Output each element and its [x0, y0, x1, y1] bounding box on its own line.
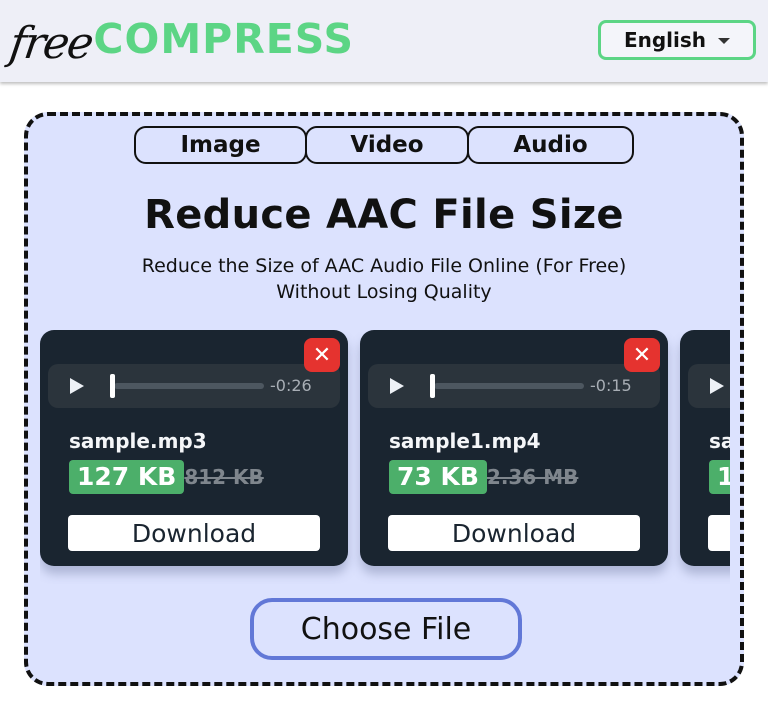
page-title: Reduce AAC File Size: [144, 192, 624, 238]
download-button[interactable]: Download: [68, 515, 320, 551]
download-button[interactable]: [708, 515, 730, 551]
language-select[interactable]: English: [598, 20, 756, 60]
audio-player: -0:26: [48, 364, 340, 408]
play-icon[interactable]: [710, 378, 724, 394]
subtitle-line-1: Reduce the Size of AAC Audio File Online…: [141, 255, 627, 277]
upload-panel: Image Video Audio Reduce AAC File Size R…: [24, 112, 744, 686]
compressed-size-badge: 73 KB: [389, 460, 487, 494]
play-icon[interactable]: [70, 378, 84, 394]
file-sizes: 73 KB 2.36 MB: [389, 460, 578, 494]
tab-video[interactable]: Video: [305, 126, 469, 164]
file-name: sample.mp3: [69, 429, 207, 453]
file-card: sa 1: [680, 330, 730, 566]
file-cards-carousel[interactable]: -0:26 ✕ sample.mp3 127 KB 812 KB Downloa…: [40, 330, 730, 584]
media-type-tabs: Image Video Audio: [134, 126, 634, 164]
audio-player: -0:15: [368, 364, 660, 408]
remaining-time: -0:26: [270, 376, 312, 395]
choose-file-button[interactable]: Choose File: [250, 598, 522, 660]
tab-image[interactable]: Image: [134, 126, 307, 164]
close-icon: ✕: [632, 342, 652, 368]
remaining-time: -0:15: [590, 376, 632, 395]
seek-handle[interactable]: [430, 374, 435, 398]
close-icon: ✕: [312, 342, 332, 368]
file-card: -0:26 ✕ sample.mp3 127 KB 812 KB Downloa…: [40, 330, 348, 566]
page-subtitle: Reduce the Size of AAC Audio File Online…: [28, 253, 740, 305]
logo[interactable]: free COMPRESS: [6, 6, 354, 70]
logo-free-text: free: [6, 18, 96, 69]
file-sizes: 1: [709, 460, 730, 494]
file-card: -0:15 ✕ sample1.mp4 73 KB 2.36 MB Downlo…: [360, 330, 668, 566]
compressed-size-badge: 127 KB: [69, 460, 185, 494]
file-name: sa: [709, 429, 730, 453]
file-sizes: 127 KB 812 KB: [69, 460, 264, 494]
seek-bar[interactable]: [434, 383, 584, 389]
chevron-down-icon: [718, 38, 731, 44]
play-icon[interactable]: [390, 378, 404, 394]
audio-player: [688, 364, 730, 408]
subtitle-line-2: Without Losing Quality: [276, 281, 492, 303]
compressed-size-badge: 1: [709, 460, 730, 494]
download-button[interactable]: Download: [388, 515, 640, 551]
remove-file-button[interactable]: ✕: [624, 338, 660, 372]
site-header: free COMPRESS English: [0, 0, 768, 82]
original-size: 2.36 MB: [486, 465, 579, 489]
language-label: English: [623, 28, 707, 52]
original-size: 812 KB: [184, 465, 264, 489]
file-name: sample1.mp4: [389, 429, 541, 453]
logo-compress-text: COMPRESS: [93, 15, 354, 63]
seek-handle[interactable]: [110, 374, 115, 398]
tab-audio[interactable]: Audio: [467, 126, 634, 164]
seek-bar[interactable]: [114, 383, 264, 389]
remove-file-button[interactable]: ✕: [304, 338, 340, 372]
